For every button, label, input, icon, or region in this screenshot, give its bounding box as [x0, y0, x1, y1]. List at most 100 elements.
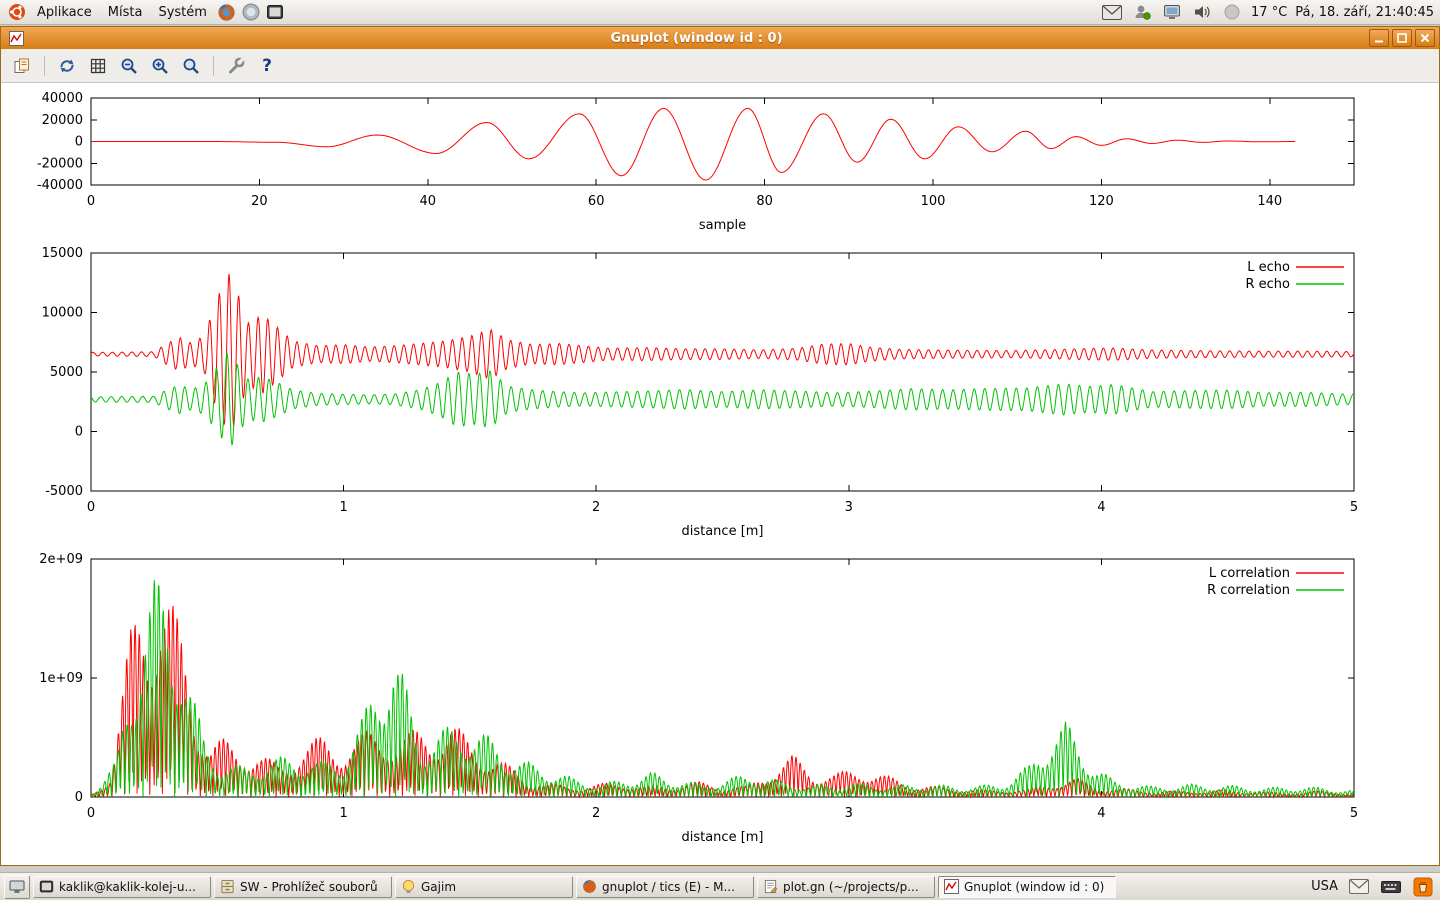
task-button-terminal[interactable]: kaklik@kaklik-kolej-u... — [33, 876, 211, 898]
svg-text:2: 2 — [592, 500, 600, 515]
maximize-button[interactable] — [1392, 29, 1412, 47]
top-panel: Aplikace Místa Systém 17 °C Pá, 18. září… — [0, 0, 1440, 25]
weather-icon[interactable] — [1221, 1, 1243, 23]
task-button-gnuplot[interactable]: Gnuplot (window id : 0) — [938, 876, 1116, 898]
replot-button[interactable] — [54, 53, 80, 79]
svg-text:10000: 10000 — [42, 306, 83, 321]
show-desktop-button[interactable] — [4, 875, 30, 899]
signal-chart[interactable]: 0 20 40 60 80 100 120 140 -40000 -20000 0 20000 4000… — [1, 90, 1440, 242]
terminal-icon — [39, 879, 54, 894]
task-label: plot.gn (~/projects/p... — [783, 880, 919, 894]
keyboard-icon[interactable] — [1380, 876, 1402, 898]
task-label: Gajim — [421, 880, 456, 894]
window-title: Gnuplot (window id : 0) — [27, 31, 1366, 46]
taskbar: kaklik@kaklik-kolej-u... SW - Prohlížeč … — [0, 872, 1440, 900]
minimize-button[interactable] — [1369, 29, 1389, 47]
zoom-previous-button[interactable] — [116, 53, 142, 79]
firefox-icon[interactable] — [216, 1, 238, 23]
plot-area[interactable]: 020406080100120140-40000-200000200004000… — [1, 83, 1439, 865]
svg-text:0: 0 — [75, 790, 83, 805]
help-browser-icon[interactable] — [240, 1, 262, 23]
svg-text:5000: 5000 — [50, 365, 83, 380]
trash-icon[interactable] — [1412, 876, 1434, 898]
svg-text:R correlation: R correlation — [1207, 583, 1290, 598]
menu-places[interactable]: Místa — [101, 2, 150, 23]
svg-text:2: 2 — [592, 806, 600, 821]
svg-text:80: 80 — [756, 194, 773, 209]
gnuplot-window-icon — [5, 27, 27, 49]
task-button-file-manager[interactable]: SW - Prohlížeč souborů — [214, 876, 392, 898]
svg-text:-20000: -20000 — [37, 156, 83, 171]
user-switch-icon[interactable] — [1131, 1, 1153, 23]
svg-text:40000: 40000 — [42, 91, 83, 106]
terminal-icon[interactable] — [264, 1, 286, 23]
svg-text:L echo: L echo — [1247, 260, 1290, 275]
task-button-gajim[interactable]: Gajim — [395, 876, 573, 898]
gnuplot-window: Gnuplot (window id : 0) — [0, 26, 1440, 866]
svg-text:20: 20 — [251, 194, 268, 209]
zoom-autoscale-button[interactable] — [178, 53, 204, 79]
svg-text:140: 140 — [1257, 194, 1282, 209]
task-button-firefox[interactable]: gnuplot / tics (E) - M... — [576, 876, 754, 898]
svg-text:4: 4 — [1097, 500, 1105, 515]
volume-icon[interactable] — [1191, 1, 1213, 23]
svg-text:20000: 20000 — [42, 113, 83, 128]
clock-label[interactable]: Pá, 18. září, 21:40:45 — [1295, 5, 1434, 20]
svg-text:distance [m]: distance [m] — [681, 830, 763, 845]
svg-text:R echo: R echo — [1245, 277, 1290, 292]
toolbar-separator — [44, 56, 45, 76]
gajim-icon — [401, 879, 416, 894]
svg-text:-40000: -40000 — [37, 178, 83, 193]
svg-text:0: 0 — [75, 425, 83, 440]
configure-button[interactable] — [223, 53, 249, 79]
zoom-next-button[interactable] — [147, 53, 173, 79]
task-label: kaklik@kaklik-kolej-u... — [59, 880, 196, 894]
close-button[interactable] — [1415, 29, 1435, 47]
task-label: SW - Prohlížeč souborů — [240, 880, 378, 894]
help-button[interactable]: ? — [254, 53, 280, 79]
copy-plot-button[interactable] — [9, 53, 35, 79]
task-label: Gnuplot (window id : 0) — [964, 880, 1104, 894]
svg-text:3: 3 — [845, 806, 853, 821]
gnuplot-icon — [944, 879, 959, 894]
svg-text:5: 5 — [1350, 500, 1358, 515]
svg-text:120: 120 — [1089, 194, 1114, 209]
keyboard-layout-indicator[interactable]: USA — [1311, 879, 1338, 894]
toolbar: ? — [1, 49, 1439, 83]
svg-text:0: 0 — [75, 135, 83, 150]
task-button-editor[interactable]: plot.gn (~/projects/p... — [757, 876, 935, 898]
svg-text:-5000: -5000 — [45, 484, 83, 499]
svg-text:L correlation: L correlation — [1209, 566, 1290, 581]
display-icon[interactable] — [1161, 1, 1183, 23]
svg-text:1: 1 — [339, 500, 347, 515]
svg-text:1: 1 — [339, 806, 347, 821]
text-editor-icon — [763, 879, 778, 894]
mail-icon[interactable] — [1101, 1, 1123, 23]
svg-text:40: 40 — [420, 194, 437, 209]
taskbar-status-area: USA — [1311, 876, 1436, 898]
menu-system[interactable]: Systém — [151, 2, 213, 23]
firefox-icon — [582, 879, 597, 894]
temperature-label[interactable]: 17 °C — [1251, 5, 1287, 20]
toggle-grid-button[interactable] — [85, 53, 111, 79]
svg-text:sample: sample — [699, 218, 746, 233]
titlebar[interactable]: Gnuplot (window id : 0) — [1, 27, 1439, 49]
svg-text:distance [m]: distance [m] — [681, 524, 763, 539]
svg-text:4: 4 — [1097, 806, 1105, 821]
ubuntu-logo-icon — [6, 1, 28, 23]
svg-text:0: 0 — [87, 194, 95, 209]
svg-text:0: 0 — [87, 500, 95, 515]
toolbar-separator — [213, 56, 214, 76]
correlation-chart[interactable]: 01234501e+092e+09distance [m]L correlati… — [1, 551, 1440, 851]
svg-text:0: 0 — [87, 806, 95, 821]
svg-text:100: 100 — [921, 194, 946, 209]
menu-applications[interactable]: Aplikace — [30, 2, 99, 23]
mail-icon[interactable] — [1348, 876, 1370, 898]
echo-chart[interactable]: 0 1 2 3 4 5 -5000 0 5000 10000 15000 distance [m] L … — [1, 245, 1440, 545]
svg-text:5: 5 — [1350, 806, 1358, 821]
svg-text:2e+09: 2e+09 — [39, 552, 83, 567]
svg-text:60: 60 — [588, 194, 605, 209]
panel-status-area: 17 °C Pá, 18. září, 21:40:45 — [1101, 1, 1434, 23]
svg-text:3: 3 — [845, 500, 853, 515]
svg-text:15000: 15000 — [42, 246, 83, 261]
